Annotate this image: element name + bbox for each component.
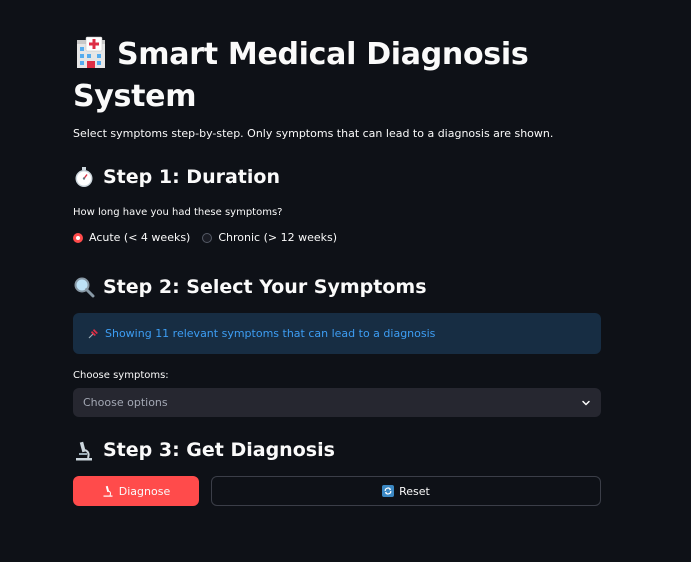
stopwatch-icon — [75, 167, 93, 187]
duration-radio-group: Acute (< 4 weeks) Chronic (> 12 weeks) — [73, 231, 349, 244]
radio-acute-label: Acute (< 4 weeks) — [89, 231, 191, 244]
reset-button[interactable]: Reset — [211, 476, 601, 506]
radio-acute[interactable]: Acute (< 4 weeks) — [73, 231, 190, 244]
radio-chronic-label: Chronic (> 12 weeks) — [218, 231, 338, 244]
step3-heading-text: Step 3: Get Diagnosis — [103, 439, 335, 461]
refresh-icon — [382, 485, 395, 497]
step1-heading: Step 1: Duration — [73, 166, 280, 188]
reset-button-label: Reset — [399, 484, 430, 498]
page-subtitle: Select symptoms step-by-step. Only sympt… — [73, 127, 554, 140]
chevron-down-icon[interactable] — [581, 398, 591, 408]
symptoms-label: Choose symptoms: — [73, 370, 169, 381]
step1-heading-text: Step 1: Duration — [103, 166, 280, 188]
diagnose-button-label: Diagnose — [118, 484, 171, 498]
radio-acute-indicator[interactable] — [73, 232, 83, 243]
microscope-icon — [103, 485, 113, 497]
symptoms-multiselect[interactable]: Choose options — [73, 388, 601, 417]
radio-chronic-indicator[interactable] — [202, 232, 213, 243]
magnifier-icon — [74, 277, 95, 298]
info-alert: Showing 11 relevant symptoms that can le… — [73, 313, 601, 354]
title-line-1: Smart Medical Diagnosis — [117, 37, 529, 72]
info-text: Showing 11 relevant symptoms that can le… — [105, 327, 436, 340]
duration-question: How long have you had these symptoms? — [73, 207, 283, 218]
title-line-2: System — [73, 79, 197, 114]
step2-heading: Step 2: Select Your Symptoms — [73, 276, 427, 298]
page-title: Smart Medical Diagnosis System — [73, 34, 601, 118]
radio-chronic[interactable]: Chronic (> 12 weeks) — [202, 231, 337, 244]
step3-heading: Step 3: Get Diagnosis — [73, 439, 335, 461]
step2-heading-text: Step 2: Select Your Symptoms — [103, 276, 427, 298]
hospital-icon — [77, 36, 105, 68]
diagnose-button[interactable]: Diagnose — [73, 476, 199, 506]
microscope-icon — [76, 441, 92, 461]
pushpin-icon — [88, 328, 98, 338]
symptoms-placeholder: Choose options — [83, 396, 168, 409]
